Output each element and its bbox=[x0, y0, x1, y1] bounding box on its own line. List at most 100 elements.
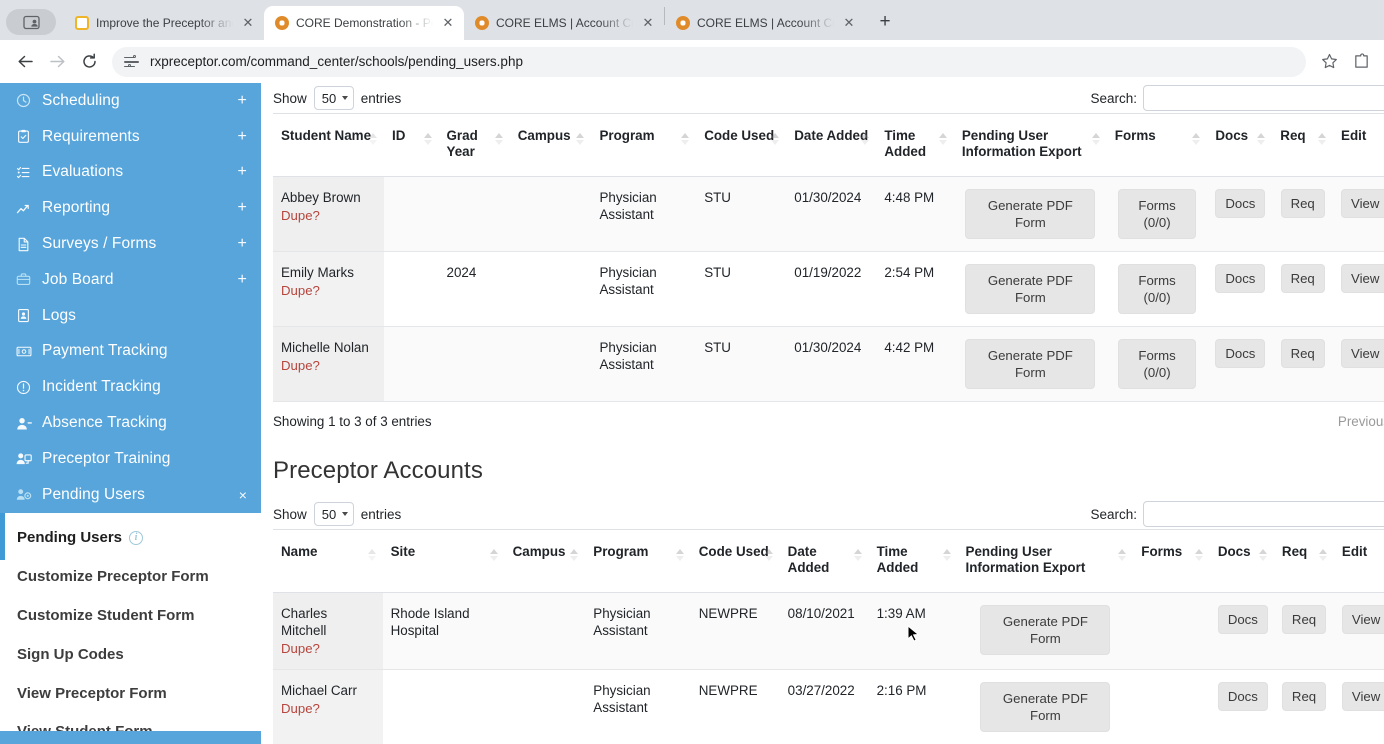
close-icon[interactable]: ✕ bbox=[440, 15, 456, 31]
close-icon[interactable]: ✕ bbox=[841, 15, 857, 31]
sidebar-subitem-view-preceptor-form[interactable]: View Preceptor Form bbox=[0, 674, 261, 713]
docs-button[interactable]: Docs bbox=[1215, 264, 1266, 293]
sidebar-item-reporting[interactable]: Reporting + bbox=[0, 190, 261, 226]
forward-button[interactable] bbox=[42, 47, 72, 77]
docs-button[interactable]: Docs bbox=[1215, 189, 1266, 218]
dupe-link[interactable]: Dupe? bbox=[281, 282, 376, 299]
bookmark-button[interactable] bbox=[1314, 47, 1344, 77]
generate-pdf-form-button[interactable]: Generate PDF Form bbox=[980, 605, 1111, 655]
col-program[interactable]: Program bbox=[585, 529, 691, 593]
docs-button[interactable]: Docs bbox=[1217, 682, 1268, 711]
col-pending-user-information-export[interactable]: Pending User Information Export bbox=[953, 113, 1107, 177]
forms-button[interactable]: Forms (0/0) bbox=[1118, 339, 1197, 389]
col-program[interactable]: Program bbox=[591, 113, 697, 177]
col-time-added[interactable]: Time Added bbox=[868, 529, 958, 593]
col-docs[interactable]: Docs bbox=[1209, 529, 1274, 593]
student-search-input[interactable] bbox=[1143, 85, 1384, 111]
sidebar-item-pending-users[interactable]: Pending Users × bbox=[0, 476, 261, 513]
col-student-name[interactable]: Student Name bbox=[273, 113, 385, 177]
address-bar[interactable]: rxpreceptor.com/command_center/schools/p… bbox=[112, 46, 1306, 77]
sidebar-subitem-sign-up-codes[interactable]: Sign Up Codes bbox=[0, 635, 261, 674]
collapse-icon[interactable]: × bbox=[239, 487, 247, 503]
req-button[interactable]: Req bbox=[1280, 189, 1325, 218]
table-row[interactable]: Abbey Brown Dupe? Physician Assistant STU… bbox=[273, 176, 1384, 252]
col-code-used[interactable]: Code Used bbox=[696, 113, 787, 177]
sidebar-item-surveys-forms[interactable]: Surveys / Forms + bbox=[0, 226, 261, 262]
preceptor-entries-select[interactable]: 50 bbox=[313, 502, 354, 526]
col-edit[interactable]: Edit bbox=[1333, 113, 1384, 177]
expand-icon[interactable]: + bbox=[238, 235, 247, 253]
sidebar-subitem-customize-student-form[interactable]: Customize Student Form bbox=[0, 596, 261, 635]
req-button[interactable]: Req bbox=[1280, 264, 1325, 293]
table-row[interactable]: Michael Carr Dupe? Physician Assistant NE… bbox=[273, 669, 1384, 744]
req-button[interactable]: Req bbox=[1280, 339, 1325, 368]
col-grad-year[interactable]: Grad Year bbox=[438, 113, 510, 177]
dupe-link[interactable]: Dupe? bbox=[281, 640, 375, 657]
browser-tab-3[interactable]: CORE ELMS | Account Creat ✕ bbox=[464, 6, 664, 40]
col-site[interactable]: Site bbox=[382, 529, 505, 593]
expand-icon[interactable]: + bbox=[238, 163, 247, 181]
new-tab-button[interactable]: + bbox=[871, 8, 899, 36]
tune-sliders-icon[interactable] bbox=[124, 54, 140, 69]
generate-pdf-form-button[interactable]: Generate PDF Form bbox=[980, 682, 1111, 732]
dupe-link[interactable]: Dupe? bbox=[281, 207, 376, 224]
browser-tab-4[interactable]: CORE ELMS | Account Creat ✕ bbox=[665, 6, 865, 40]
profile-avatar-chip[interactable] bbox=[6, 9, 56, 35]
table-row[interactable]: Michelle Nolan Dupe? Physician Assistant … bbox=[273, 326, 1384, 402]
student-entries-select[interactable]: 50 bbox=[313, 86, 354, 110]
col-forms[interactable]: Forms bbox=[1133, 529, 1210, 593]
sidebar-item-scheduling[interactable]: Scheduling + bbox=[0, 83, 261, 119]
preceptor-search-input[interactable] bbox=[1143, 501, 1384, 527]
col-pending-user-information-export[interactable]: Pending User Information Export bbox=[957, 529, 1134, 593]
forms-button[interactable]: Forms (0/0) bbox=[1118, 264, 1197, 314]
col-date-added[interactable]: Date Added bbox=[786, 113, 877, 177]
info-circle-icon[interactable]: i bbox=[129, 530, 144, 545]
view-button[interactable]: View bbox=[1341, 605, 1384, 634]
student-previous-button[interactable]: Previous bbox=[1338, 414, 1384, 429]
close-icon[interactable]: ✕ bbox=[640, 15, 656, 31]
col-forms[interactable]: Forms bbox=[1106, 113, 1208, 177]
generate-pdf-form-button[interactable]: Generate PDF Form bbox=[965, 264, 1096, 314]
extensions-button[interactable] bbox=[1348, 47, 1374, 77]
back-button[interactable] bbox=[10, 47, 40, 77]
col-code-used[interactable]: Code Used bbox=[690, 529, 780, 593]
expand-icon[interactable]: + bbox=[238, 199, 247, 217]
col-name[interactable]: Name bbox=[273, 529, 383, 593]
sidebar-item-evaluations[interactable]: Evaluations + bbox=[0, 155, 261, 191]
col-date-added[interactable]: Date Added bbox=[779, 529, 869, 593]
sidebar-item-payment-tracking[interactable]: Payment Tracking bbox=[0, 334, 261, 370]
view-button[interactable]: View bbox=[1341, 264, 1384, 293]
expand-icon[interactable]: + bbox=[238, 271, 247, 289]
sidebar-subitem-pending-users[interactable]: Pending Users i bbox=[0, 519, 261, 558]
view-button[interactable]: View bbox=[1341, 682, 1384, 711]
sidebar-item-job-board[interactable]: Job Board + bbox=[0, 262, 261, 298]
table-row[interactable]: Emily Marks Dupe? 2024 Physician Assistan… bbox=[273, 251, 1384, 327]
sidebar-item-absence-tracking[interactable]: Absence Tracking bbox=[0, 405, 261, 441]
view-button[interactable]: View bbox=[1341, 339, 1384, 368]
col-req[interactable]: Req bbox=[1272, 113, 1334, 177]
dupe-link[interactable]: Dupe? bbox=[281, 357, 376, 374]
col-id[interactable]: ID bbox=[384, 113, 439, 177]
col-time-added[interactable]: Time Added bbox=[876, 113, 954, 177]
table-row[interactable]: Charles Mitchell Dupe? Rhode Island Hospi… bbox=[273, 592, 1384, 670]
sidebar-subitem-customize-preceptor-form[interactable]: Customize Preceptor Form bbox=[0, 557, 261, 596]
browser-tab-2-active[interactable]: CORE Demonstration - Pend ✕ bbox=[264, 6, 464, 40]
sidebar-item-preceptor-training[interactable]: Preceptor Training bbox=[0, 441, 261, 477]
sidebar-item-incident-tracking[interactable]: Incident Tracking bbox=[0, 369, 261, 405]
browser-tab-1[interactable]: Improve the Preceptor and A ✕ bbox=[64, 6, 264, 40]
req-button[interactable]: Req bbox=[1281, 682, 1327, 711]
view-button[interactable]: View bbox=[1341, 189, 1384, 218]
sidebar-item-requirements[interactable]: Requirements + bbox=[0, 119, 261, 155]
dupe-link[interactable]: Dupe? bbox=[281, 700, 375, 717]
expand-icon[interactable]: + bbox=[238, 128, 247, 146]
generate-pdf-form-button[interactable]: Generate PDF Form bbox=[965, 189, 1096, 239]
col-docs[interactable]: Docs bbox=[1207, 113, 1273, 177]
close-icon[interactable]: ✕ bbox=[240, 15, 256, 31]
col-campus[interactable]: Campus bbox=[509, 113, 592, 177]
generate-pdf-form-button[interactable]: Generate PDF Form bbox=[965, 339, 1096, 389]
forms-button[interactable]: Forms (0/0) bbox=[1118, 189, 1197, 239]
reload-button[interactable] bbox=[74, 47, 104, 77]
expand-icon[interactable]: + bbox=[238, 92, 247, 110]
sidebar-item-logs[interactable]: Logs bbox=[0, 298, 261, 334]
req-button[interactable]: Req bbox=[1281, 605, 1327, 634]
